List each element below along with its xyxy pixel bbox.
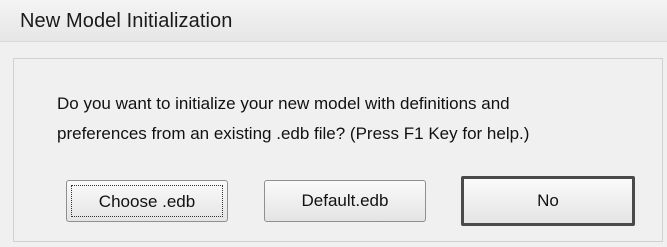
- prompt-line-2: preferences from an existing .edb file? …: [57, 124, 530, 143]
- default-edb-button[interactable]: Default.edb: [264, 180, 426, 222]
- title-bar[interactable]: New Model Initialization: [0, 0, 667, 42]
- prompt-message: Do you want to initialize your new model…: [57, 89, 647, 149]
- dialog-window: New Model Initialization Do you want to …: [0, 0, 667, 247]
- choose-edb-button[interactable]: Choose .edb: [66, 180, 228, 222]
- window-title: New Model Initialization: [20, 10, 233, 32]
- choose-edb-label: Choose .edb: [71, 185, 223, 217]
- prompt-line-1: Do you want to initialize your new model…: [57, 94, 510, 113]
- no-button[interactable]: No: [461, 176, 635, 226]
